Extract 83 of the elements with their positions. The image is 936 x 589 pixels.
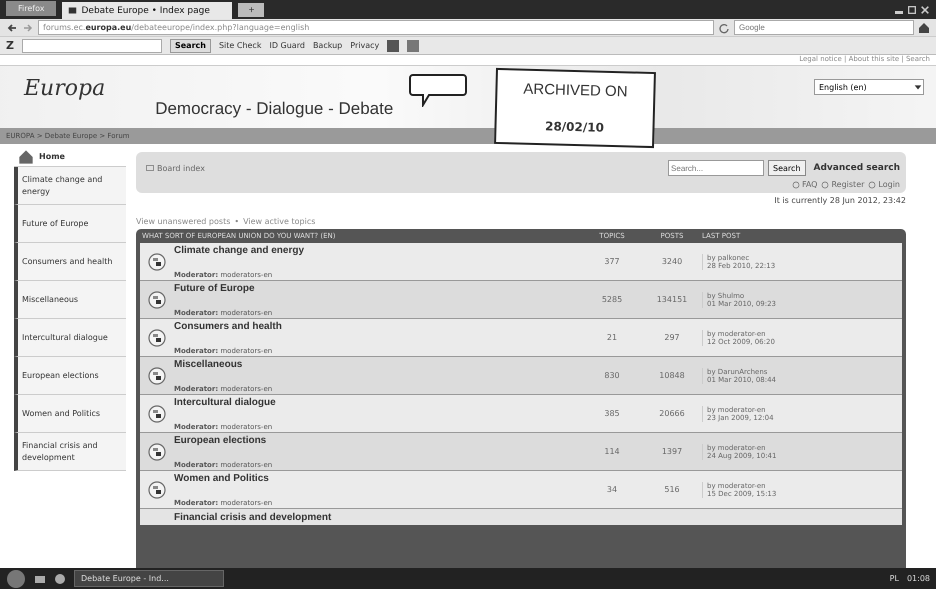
- taskbar-window-button[interactable]: Debate Europe - Ind...: [74, 570, 224, 587]
- sidebar-item[interactable]: Intercultural dialogue: [14, 319, 126, 357]
- forum-icon: [147, 328, 167, 348]
- page-icon: [68, 6, 78, 15]
- posts-count: 134151: [656, 295, 688, 304]
- view-link[interactable]: View active topics: [243, 217, 316, 226]
- forum-title[interactable]: European elections: [174, 434, 582, 446]
- sidebar-item[interactable]: Future of Europe: [14, 205, 126, 243]
- separator: •: [234, 217, 240, 226]
- forum-title[interactable]: Financial crisis and development: [174, 512, 332, 522]
- forum-title[interactable]: Miscellaneous: [174, 358, 582, 370]
- board-index-link[interactable]: Board index: [146, 164, 205, 172]
- posts-count: 297: [663, 333, 681, 342]
- forum-icon: [147, 290, 167, 310]
- address-bar[interactable]: forums.ec.europa.eu/debateeurope/index.php?language=english: [38, 20, 714, 35]
- sidebar-item[interactable]: Women and Politics: [14, 395, 126, 433]
- posts-count: 10848: [658, 371, 686, 380]
- link-icon: [792, 180, 800, 188]
- forum-icon: [147, 252, 167, 272]
- minimize-icon: [894, 10, 904, 14]
- posts-count: 516: [663, 485, 681, 494]
- search-button[interactable]: Search: [768, 160, 806, 176]
- house-icon: [18, 148, 34, 164]
- stamp-date: 28/02/10: [544, 118, 604, 134]
- web-search-field[interactable]: Google: [734, 20, 914, 35]
- forum-title[interactable]: Intercultural dialogue: [174, 396, 582, 408]
- close-icon: [920, 4, 930, 14]
- language-select[interactable]: English (en): [814, 79, 924, 95]
- clock: 01:08: [906, 574, 930, 583]
- posts-count: 20666: [658, 409, 686, 418]
- browser-icon: [54, 572, 66, 584]
- sidebar-item[interactable]: Climate change and energy: [14, 167, 126, 205]
- forum-icon: [147, 366, 167, 386]
- toolbar-search-field[interactable]: [22, 38, 162, 52]
- user-link[interactable]: Register: [821, 180, 864, 189]
- topics-count: 385: [603, 409, 621, 418]
- forum-icon: [147, 404, 167, 424]
- forum-icon: [147, 442, 167, 462]
- stamp-label: ARCHIVED ON: [523, 80, 628, 101]
- speech-bubble-icon: [409, 73, 468, 107]
- user-link[interactable]: FAQ: [792, 180, 818, 189]
- reload-icon: [718, 22, 730, 34]
- site-title: Democracy - Dialogue - Debate: [155, 99, 394, 119]
- europa-logo: Europa: [24, 76, 106, 100]
- tab-title: Debate Europe • Index page: [81, 6, 210, 16]
- topics-count: 5285: [600, 295, 624, 304]
- browser-tab[interactable]: Debate Europe • Index page: [62, 2, 232, 19]
- sidebar-item[interactable]: European elections: [14, 357, 126, 395]
- toolbar-logo: Z: [6, 39, 14, 52]
- current-time: It is currently 28 Jun 2012, 23:42: [773, 196, 906, 205]
- forum-title[interactable]: Women and Politics: [174, 472, 582, 484]
- new-tab-button[interactable]: +: [238, 3, 264, 17]
- forum-title[interactable]: Consumers and health: [174, 320, 582, 332]
- topics-count: 21: [606, 333, 618, 342]
- link-icon: [868, 180, 876, 188]
- topics-count: 114: [603, 447, 621, 456]
- toolbar-item[interactable]: ID Guard: [269, 41, 305, 50]
- posts-count: 3240: [660, 257, 684, 266]
- back-arrow-icon: [6, 22, 18, 34]
- forum-title[interactable]: Climate change and energy: [174, 244, 582, 256]
- url-text: forums.ec.europa.eu/debateeurope/index.php?language=english: [43, 23, 310, 32]
- advanced-search-link[interactable]: Advanced search: [814, 163, 900, 173]
- toolbar-item[interactable]: Backup: [312, 41, 342, 50]
- link-icon: [821, 180, 830, 188]
- toolbar-item[interactable]: Privacy: [350, 41, 380, 50]
- topics-count: 34: [606, 485, 618, 494]
- start-button-icon[interactable]: [6, 568, 26, 588]
- topics-count: 830: [603, 371, 621, 380]
- forum-title[interactable]: Future of Europe: [174, 282, 582, 294]
- input-language[interactable]: PL: [890, 574, 899, 583]
- posts-count: 1397: [660, 447, 684, 456]
- forward-arrow-icon: [22, 22, 34, 34]
- view-link[interactable]: View unanswered posts: [136, 217, 230, 226]
- toolbar-search-button[interactable]: Search: [170, 38, 211, 52]
- user-link[interactable]: Login: [868, 180, 900, 189]
- toolbar-item[interactable]: Site Check: [218, 41, 262, 50]
- forum-search-field[interactable]: Search...: [668, 160, 764, 176]
- maximize-icon: [907, 4, 917, 14]
- sidebar-item[interactable]: Financial crisis and development: [14, 433, 126, 471]
- sidebar-item[interactable]: Consumers and health: [14, 243, 126, 281]
- sidebar-item[interactable]: Miscellaneous: [14, 281, 126, 319]
- topics-count: 377: [603, 257, 621, 266]
- forum-icon: [147, 480, 167, 500]
